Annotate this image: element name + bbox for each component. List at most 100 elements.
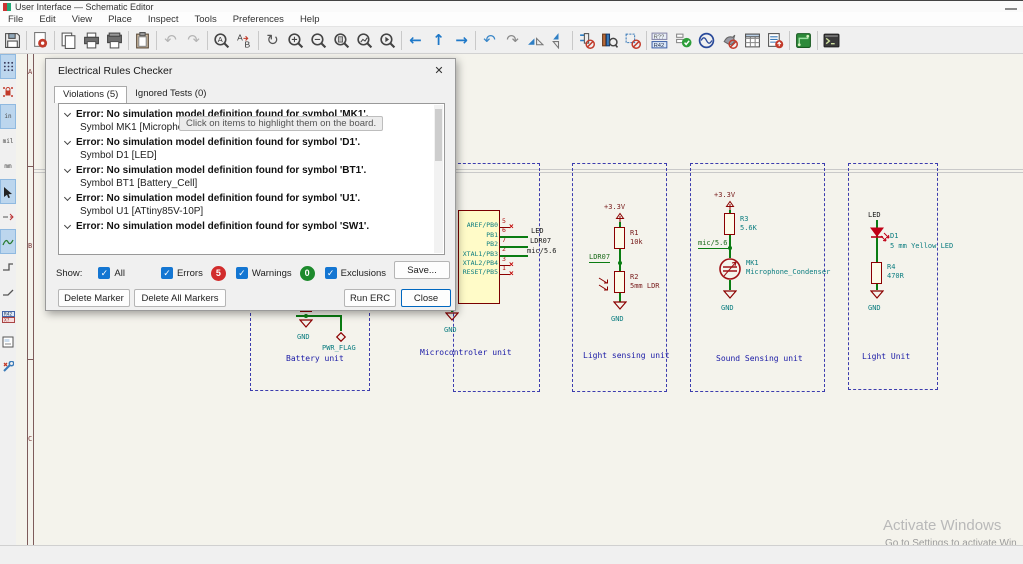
units-inches-icon[interactable]: in (0, 104, 16, 129)
resistor-r3[interactable] (724, 213, 735, 235)
save-icon[interactable] (1, 29, 24, 52)
undo-icon[interactable]: ↶ (159, 29, 182, 52)
find-replace-icon[interactable]: AB (233, 29, 256, 52)
grid-icon[interactable] (0, 54, 16, 79)
zoom-out-icon[interactable] (307, 29, 330, 52)
tab-violations[interactable]: Violations (5) (54, 86, 128, 103)
lu-net-label[interactable]: LED (868, 211, 881, 219)
pwr-flag-symbol[interactable] (335, 331, 347, 343)
zoom-selection-icon[interactable] (376, 29, 399, 52)
menu-tools[interactable]: Tools (187, 14, 225, 25)
simulator-icon[interactable] (695, 29, 718, 52)
violation-row[interactable]: Error: No simulation model definition fo… (59, 135, 444, 150)
ls-net-label[interactable]: LDR07 (589, 253, 611, 263)
battery-wire[interactable] (296, 315, 341, 317)
errors-checkbox[interactable]: ✓ (160, 267, 173, 279)
hierarchy-navigator-icon[interactable] (0, 329, 16, 354)
violation-detail[interactable]: Symbol D1 [LED] (59, 150, 444, 163)
chevron-down-icon[interactable] (63, 137, 72, 146)
run-erc-button[interactable]: Run ERC (344, 289, 396, 307)
chevron-down-icon[interactable] (63, 165, 72, 174)
net-label-ldr07[interactable]: LDR07 (530, 237, 551, 245)
schematic-setup-icon[interactable] (29, 29, 52, 52)
violations-list[interactable]: Error: No simulation model definition fo… (58, 103, 445, 255)
paste-icon[interactable] (131, 29, 154, 52)
violation-row[interactable]: Error: No simulation model definition fo… (59, 219, 444, 234)
symbol-fields-table-icon[interactable] (741, 29, 764, 52)
delete-marker-button[interactable]: Delete Marker (58, 289, 130, 307)
net-label-led[interactable]: LED (531, 227, 544, 235)
erc-check-icon[interactable] (672, 29, 695, 52)
resistor-r4[interactable] (871, 262, 882, 284)
menu-edit[interactable]: Edit (31, 14, 63, 25)
zoom-fit-page-icon[interactable] (330, 29, 353, 52)
delete-all-markers-button[interactable]: Delete All Markers (134, 289, 226, 307)
menu-view[interactable]: View (64, 14, 100, 25)
violation-detail[interactable]: Symbol BT1 [Battery_Cell] (59, 178, 444, 191)
chevron-down-icon[interactable] (63, 221, 72, 230)
mirror-horizontal-icon[interactable] (524, 29, 547, 52)
cursor-shape-icon[interactable] (0, 179, 16, 204)
save-button[interactable]: Save... (394, 261, 450, 279)
violation-detail[interactable]: Symbol U1 [ATtiny85V-10P] (59, 206, 444, 219)
ss-net-label[interactable]: mic/5.6 (698, 239, 728, 249)
find-icon[interactable]: A (210, 29, 233, 52)
units-mm-icon[interactable]: mm (0, 154, 16, 179)
chevron-down-icon[interactable] (63, 193, 72, 202)
symbol-editor-icon[interactable] (575, 29, 598, 52)
zoom-fit-objects-icon[interactable] (353, 29, 376, 52)
tab-ignored-tests[interactable]: Ignored Tests (0) (127, 86, 214, 103)
resistor-r1[interactable] (614, 227, 625, 249)
exclusions-checkbox[interactable]: ✓ (324, 267, 337, 279)
redo-icon[interactable]: ↷ (182, 29, 205, 52)
violation-row[interactable]: Error: No simulation model definition fo… (59, 191, 444, 206)
grid-override-icon[interactable] (0, 79, 16, 104)
refresh-view-icon[interactable]: ↻ (261, 29, 284, 52)
nav-forward-icon[interactable]: → (450, 29, 473, 52)
resistor-r2-ldr[interactable] (614, 271, 625, 293)
print-icon[interactable] (80, 29, 103, 52)
hidden-pins-icon[interactable] (0, 204, 16, 229)
hv-wires-icon[interactable] (0, 254, 16, 279)
annotate-icon[interactable]: R?? R42 (649, 29, 672, 52)
sim-probe-icon[interactable] (718, 29, 741, 52)
close-icon[interactable]: ✕ (431, 63, 447, 79)
plot-icon[interactable] (103, 29, 126, 52)
45-deg-wires-icon[interactable] (0, 279, 16, 304)
scripting-console-icon[interactable] (820, 29, 843, 52)
all-checkbox[interactable]: ✓ (98, 267, 111, 279)
menu-place[interactable]: Place (100, 14, 140, 25)
minimize-icon[interactable] (1005, 5, 1017, 10)
violation-row[interactable]: Error: No simulation model definition fo… (59, 163, 444, 178)
net-label-mic[interactable]: mic/5.6 (527, 247, 557, 255)
chevron-down-icon[interactable] (63, 109, 72, 118)
annotation-visibility-icon[interactable]: R42 X? (0, 304, 16, 329)
rotate-cw-icon[interactable]: ↷ (501, 29, 524, 52)
led-symbol[interactable] (868, 226, 892, 248)
wire-led[interactable] (500, 236, 528, 238)
properties-panel-icon[interactable] (0, 354, 16, 379)
list-scrollbar[interactable] (434, 105, 443, 253)
bom-icon[interactable] (764, 29, 787, 52)
zoom-in-icon[interactable] (284, 29, 307, 52)
library-browser-icon[interactable] (598, 29, 621, 52)
footprint-assign-icon[interactable] (621, 29, 644, 52)
microphone-symbol[interactable] (718, 257, 742, 281)
free-angle-wires-icon[interactable] (0, 229, 16, 254)
page-settings-icon[interactable] (57, 29, 80, 52)
rotate-ccw-icon[interactable]: ↶ (478, 29, 501, 52)
wire-mic[interactable] (500, 255, 528, 257)
scrollbar-thumb[interactable] (435, 109, 442, 161)
nav-back-icon[interactable]: ← (404, 29, 427, 52)
mirror-vertical-icon[interactable] (547, 29, 570, 52)
menu-help[interactable]: Help (292, 14, 328, 25)
units-mils-icon[interactable]: mil (0, 129, 16, 154)
menu-preferences[interactable]: Preferences (225, 14, 292, 25)
close-button[interactable]: Close (401, 289, 451, 307)
warnings-checkbox[interactable]: ✓ (235, 267, 248, 279)
menu-file[interactable]: File (0, 14, 31, 25)
open-pcb-icon[interactable] (792, 29, 815, 52)
nav-up-icon[interactable]: ↑ (427, 29, 450, 52)
wire-ldr07[interactable] (500, 246, 528, 248)
menu-inspect[interactable]: Inspect (140, 14, 187, 25)
